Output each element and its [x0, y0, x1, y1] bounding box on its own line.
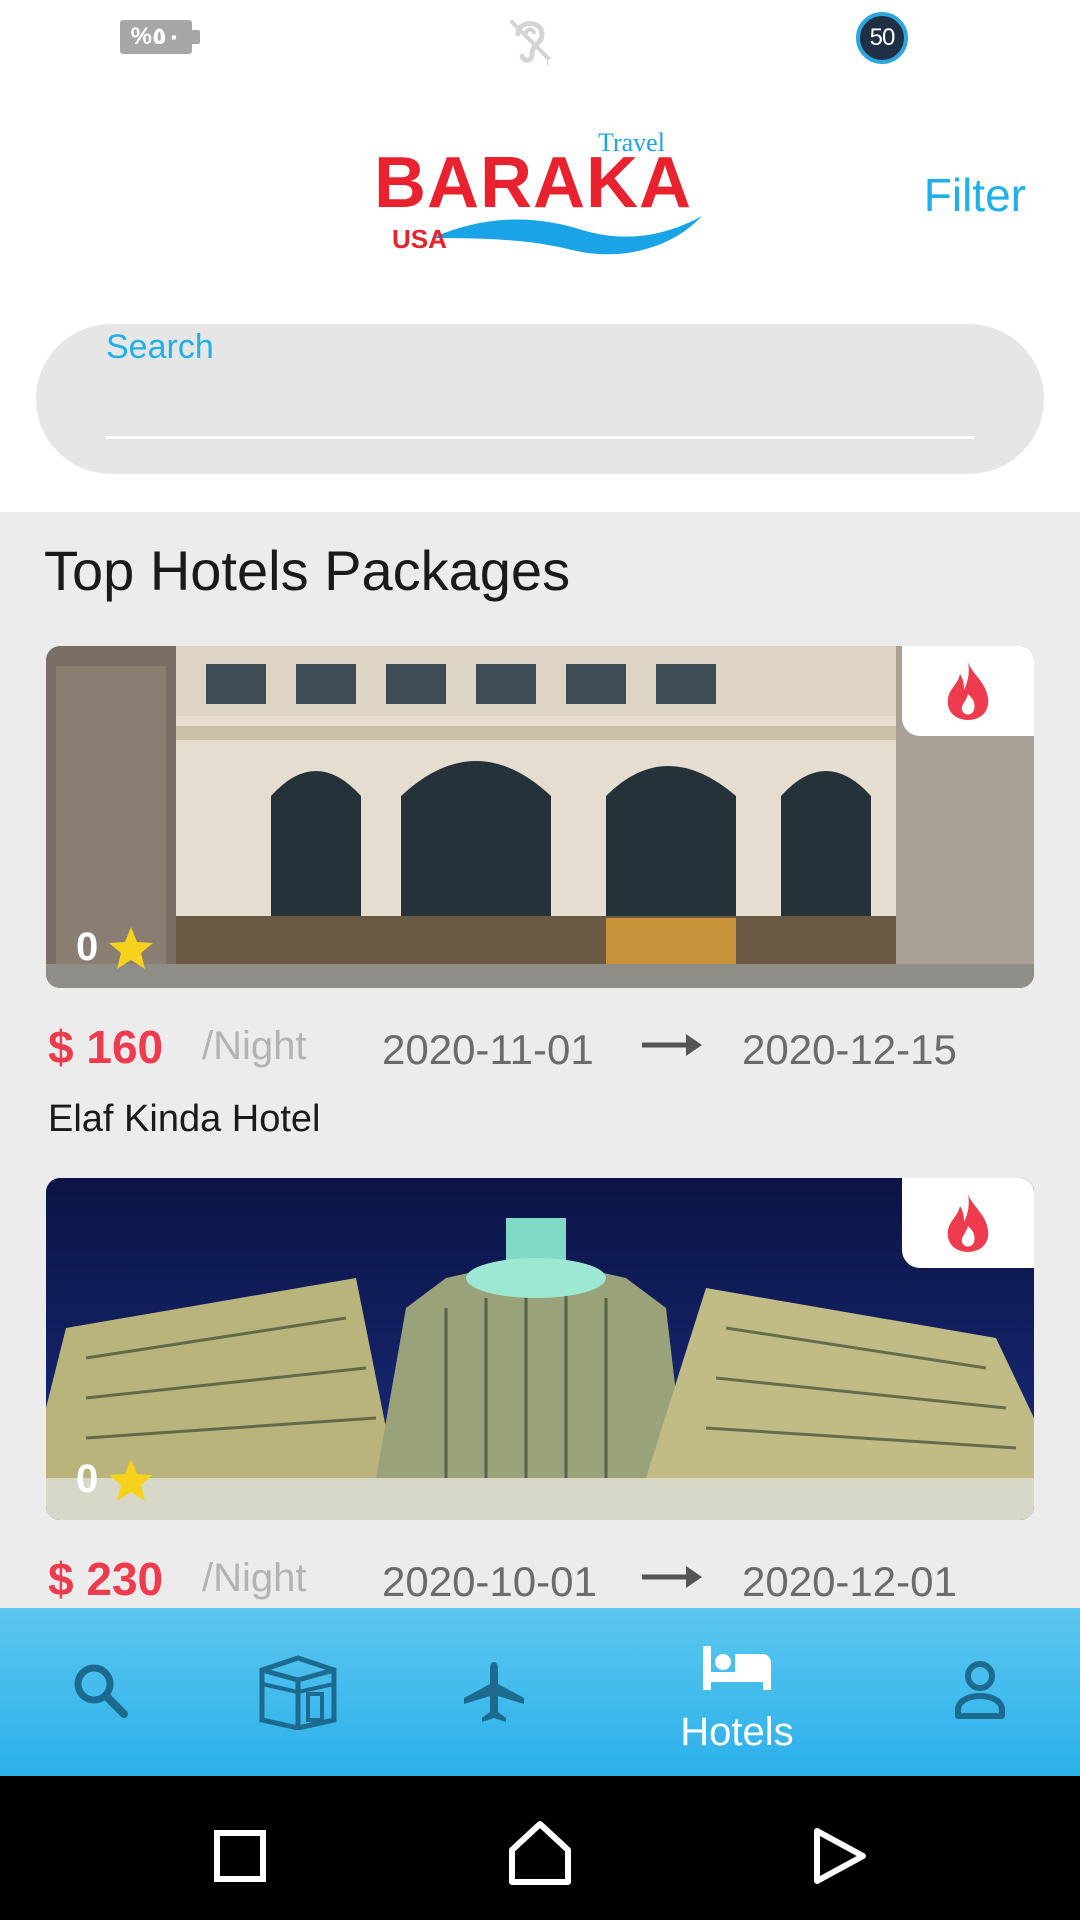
- search-input[interactable]: [106, 378, 974, 434]
- star-icon: [109, 926, 154, 969]
- system-nav-bar: [0, 1776, 1080, 1920]
- svg-text:T: T: [543, 55, 552, 68]
- search-underline: [106, 436, 974, 439]
- hotel-photo-elaf-kinda: [46, 646, 1034, 988]
- hearing-aid-icon: T: [510, 20, 552, 68]
- hotel-name[interactable]: Elaf Kinda Hotel: [48, 1098, 321, 1141]
- airplane-icon: [464, 1662, 524, 1722]
- rating-value: 0: [76, 925, 99, 969]
- price-row: $ 160 /Night 2020-11-01 2020-12-15: [46, 1020, 1034, 1080]
- hotels-screen: %٥٠ T 50 Travel BARAKA USA Filter Search…: [0, 0, 1080, 1920]
- rating-value: 0: [76, 1457, 99, 1501]
- nav-item-umrah[interactable]: [238, 1608, 358, 1776]
- filter-button[interactable]: Filter: [924, 168, 1026, 222]
- rating: 0: [76, 1457, 154, 1502]
- per-night-label: /Night: [202, 1024, 307, 1068]
- star-icon: [109, 1458, 154, 1501]
- hotel-card[interactable]: 0 $ 230 /Night 2020-10-01 2020-12-01: [46, 1178, 1034, 1608]
- date-from: 2020-11-01: [382, 1026, 594, 1073]
- hot-badge: [902, 646, 1034, 736]
- nav-item-flights[interactable]: [434, 1608, 554, 1776]
- home-icon[interactable]: [508, 1820, 572, 1886]
- hotel-photo-towers: [46, 1178, 1034, 1520]
- nav-item-hotels[interactable]: Hotels: [652, 1608, 822, 1776]
- baraka-travel-logo: Travel BARAKA USA: [372, 128, 708, 258]
- date-to: 2020-12-01: [742, 1558, 957, 1605]
- fire-icon: [947, 662, 989, 720]
- price-row: $ 230 /Night 2020-10-01 2020-12-01: [46, 1552, 1034, 1608]
- recent-apps-icon[interactable]: [214, 1830, 266, 1882]
- search-label: Search: [106, 328, 214, 366]
- status-bar: %٥٠ T 50: [0, 0, 1080, 80]
- kaaba-icon: [259, 1655, 337, 1730]
- fire-icon: [947, 1194, 989, 1252]
- logo-usa-text: USA: [392, 224, 447, 254]
- hotel-image[interactable]: 0: [46, 646, 1034, 988]
- date-from: 2020-10-01: [382, 1558, 597, 1605]
- bed-icon: [703, 1646, 771, 1690]
- hotel-price: $ 230: [48, 1553, 164, 1605]
- nav-label-hotels: Hotels: [680, 1710, 794, 1754]
- per-night-label: /Night: [202, 1556, 307, 1600]
- nav-item-profile[interactable]: [920, 1608, 1040, 1776]
- battery-icon: %٥٠: [120, 20, 200, 54]
- nav-item-search[interactable]: [40, 1608, 160, 1776]
- date-to: 2020-12-15: [742, 1026, 957, 1073]
- hotel-image[interactable]: 0: [46, 1178, 1034, 1520]
- bottom-nav: Hotels: [0, 1608, 1080, 1776]
- hotel-price: $ 160: [48, 1021, 164, 1073]
- person-icon: [955, 1661, 1005, 1719]
- rating: 0: [76, 925, 154, 970]
- battery-text: %٥٠: [130, 23, 182, 50]
- search-icon: [74, 1664, 128, 1718]
- hotels-list[interactable]: Top Hotels Packages 0 $ 160 /Night 2020-…: [0, 512, 1080, 1608]
- speed-badge-text: 50: [869, 24, 896, 51]
- arrow-right-icon: [642, 1034, 702, 1056]
- speed-badge-icon: 50: [856, 12, 908, 64]
- search-box[interactable]: Search: [36, 324, 1044, 474]
- hot-badge: [902, 1178, 1034, 1268]
- back-play-icon[interactable]: [812, 1826, 868, 1886]
- section-title: Top Hotels Packages: [44, 539, 571, 602]
- hotel-card[interactable]: 0 $ 160 /Night 2020-11-01 2020-12-15 Ela…: [46, 646, 1034, 1146]
- app-header: Travel BARAKA USA Filter: [0, 80, 1080, 310]
- arrow-right-icon: [642, 1566, 702, 1588]
